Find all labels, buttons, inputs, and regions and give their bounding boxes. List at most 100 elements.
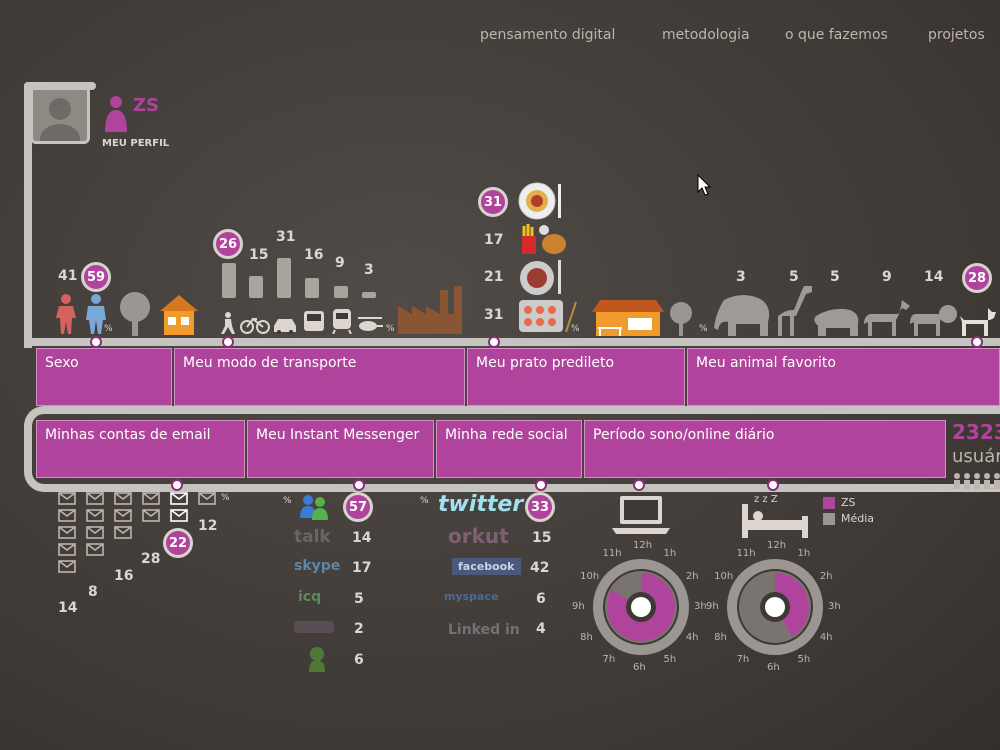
bar-messenger[interactable]: Meu Instant Messenger — [247, 420, 434, 478]
messenger-pct: % — [283, 496, 292, 506]
train-icon[interactable] — [330, 308, 354, 334]
hour-label: 3h — [828, 601, 841, 612]
hour-label: 12h — [633, 540, 653, 551]
horse-icon[interactable] — [862, 300, 912, 336]
node-prato[interactable] — [488, 336, 500, 348]
envelope-icon — [58, 560, 76, 573]
icq-icon[interactable]: icq — [298, 589, 321, 605]
node-animal[interactable] — [971, 336, 983, 348]
envelope-icon — [86, 526, 104, 539]
food-value-2: 17 — [484, 232, 504, 248]
profile-photo[interactable] — [30, 86, 90, 144]
twitter-logo[interactable]: twitter — [438, 492, 523, 517]
elephant-icon[interactable] — [714, 292, 772, 336]
messenger-value-aim: 6 — [354, 652, 364, 668]
facebook-logo[interactable]: facebook — [452, 558, 521, 575]
hour-label: 2h — [819, 570, 833, 582]
transport-bar — [277, 258, 291, 298]
fastfood-icon[interactable] — [520, 224, 568, 258]
envelope-icon — [142, 492, 160, 505]
bar-prato[interactable]: Meu prato predileto — [467, 348, 685, 406]
hour-label: 10h — [714, 570, 734, 582]
node-rede-social[interactable] — [535, 479, 547, 491]
hour-label: 11h — [602, 548, 622, 560]
bicycle-icon[interactable] — [240, 316, 270, 334]
email-value-3: 16 — [114, 568, 134, 584]
svg-text:z z Z: z z Z — [754, 494, 778, 505]
node-email[interactable] — [171, 479, 183, 491]
bear-icon[interactable] — [812, 306, 860, 336]
steak-plate-icon[interactable] — [518, 260, 568, 296]
food-value-4: 31 — [484, 307, 504, 323]
legend-media-swatch — [823, 513, 835, 525]
hour-label: 7h — [602, 653, 616, 665]
bar-rede-social[interactable]: Minha rede social — [436, 420, 582, 478]
node-sexo[interactable] — [90, 336, 102, 348]
bar-transporte[interactable]: Meu modo de transporte — [174, 348, 465, 406]
female-icon[interactable] — [55, 294, 77, 334]
food-pct: % — [571, 324, 580, 334]
hour-label: 1h — [797, 548, 811, 560]
lion-icon[interactable] — [908, 304, 958, 336]
sushi-icon[interactable] — [518, 298, 578, 334]
profile-label[interactable]: MEU PERFIL — [102, 138, 169, 149]
dog-icon[interactable] — [958, 308, 998, 336]
transport-bar — [334, 286, 348, 298]
helicopter-icon[interactable] — [356, 316, 384, 334]
envelope-icon — [58, 526, 76, 539]
bar-sono-online[interactable]: Período sono/online diário — [584, 420, 946, 478]
messenger-value-icq: 5 — [354, 591, 364, 607]
bus-icon[interactable] — [302, 310, 326, 334]
envelope-icon — [198, 492, 216, 505]
animal-value-horse: 9 — [882, 269, 892, 285]
hour-label: 9h — [572, 601, 585, 612]
hour-label: 11h — [736, 548, 756, 560]
email-value-4: 28 — [141, 551, 161, 567]
yahoo-icon[interactable] — [294, 619, 336, 635]
nav-pensamento-digital[interactable]: pensamento digital — [480, 27, 615, 43]
food-selected-badge: 31 — [478, 187, 508, 217]
hour-label: 12h — [767, 540, 787, 551]
online-clock-chart[interactable] — [591, 557, 691, 657]
orkut-logo[interactable]: orkut — [448, 524, 509, 548]
sexo-selected-badge: 59 — [81, 262, 111, 292]
hour-label: 5h — [797, 653, 811, 665]
nav-metodologia[interactable]: metodologia — [662, 27, 750, 43]
profile-initials: ZS — [133, 95, 160, 116]
bar-sexo[interactable]: Sexo — [36, 348, 172, 406]
transport-bar — [305, 278, 319, 298]
nav-o-que-fazemos[interactable]: o que fazemos — [785, 27, 888, 43]
avatar-icon — [33, 89, 87, 141]
envelope-icon — [114, 492, 132, 505]
linkedin-logo[interactable]: Linked in — [448, 622, 520, 638]
pasta-plate-icon[interactable] — [518, 182, 568, 220]
messenger-value-skype: 17 — [352, 560, 372, 576]
sleep-clock-chart[interactable] — [725, 557, 825, 657]
users-count: 2323 — [952, 420, 1000, 444]
walk-icon[interactable] — [219, 312, 237, 334]
animal-value-elephant: 3 — [736, 269, 746, 285]
car-icon[interactable] — [272, 316, 298, 334]
node-messenger[interactable] — [353, 479, 365, 491]
envelope-icon — [86, 492, 104, 505]
gtalk-icon[interactable]: talk — [294, 527, 331, 547]
myspace-logo[interactable]: myspace — [444, 590, 498, 603]
transport-bar — [249, 276, 263, 298]
aim-icon[interactable] — [306, 646, 328, 672]
bed-icon: z z Z — [742, 494, 808, 538]
bar-animal[interactable]: Meu animal favorito — [687, 348, 1000, 406]
messenger-selected-badge: 57 — [343, 492, 373, 522]
bar-email[interactable]: Minhas contas de email — [36, 420, 245, 478]
social-pct: % — [420, 496, 429, 506]
envelope-icon — [170, 509, 188, 522]
skype-icon[interactable]: skype — [294, 558, 340, 574]
giraffe-icon[interactable] — [774, 286, 814, 336]
node-online[interactable] — [633, 479, 645, 491]
factory-icon — [398, 286, 462, 334]
users-people-icon — [954, 473, 1000, 489]
email-value-1: 14 — [58, 600, 78, 616]
node-transporte[interactable] — [222, 336, 234, 348]
envelope-icon — [58, 543, 76, 556]
msn-icon[interactable] — [298, 494, 332, 520]
nav-projetos[interactable]: projetos — [928, 27, 985, 43]
